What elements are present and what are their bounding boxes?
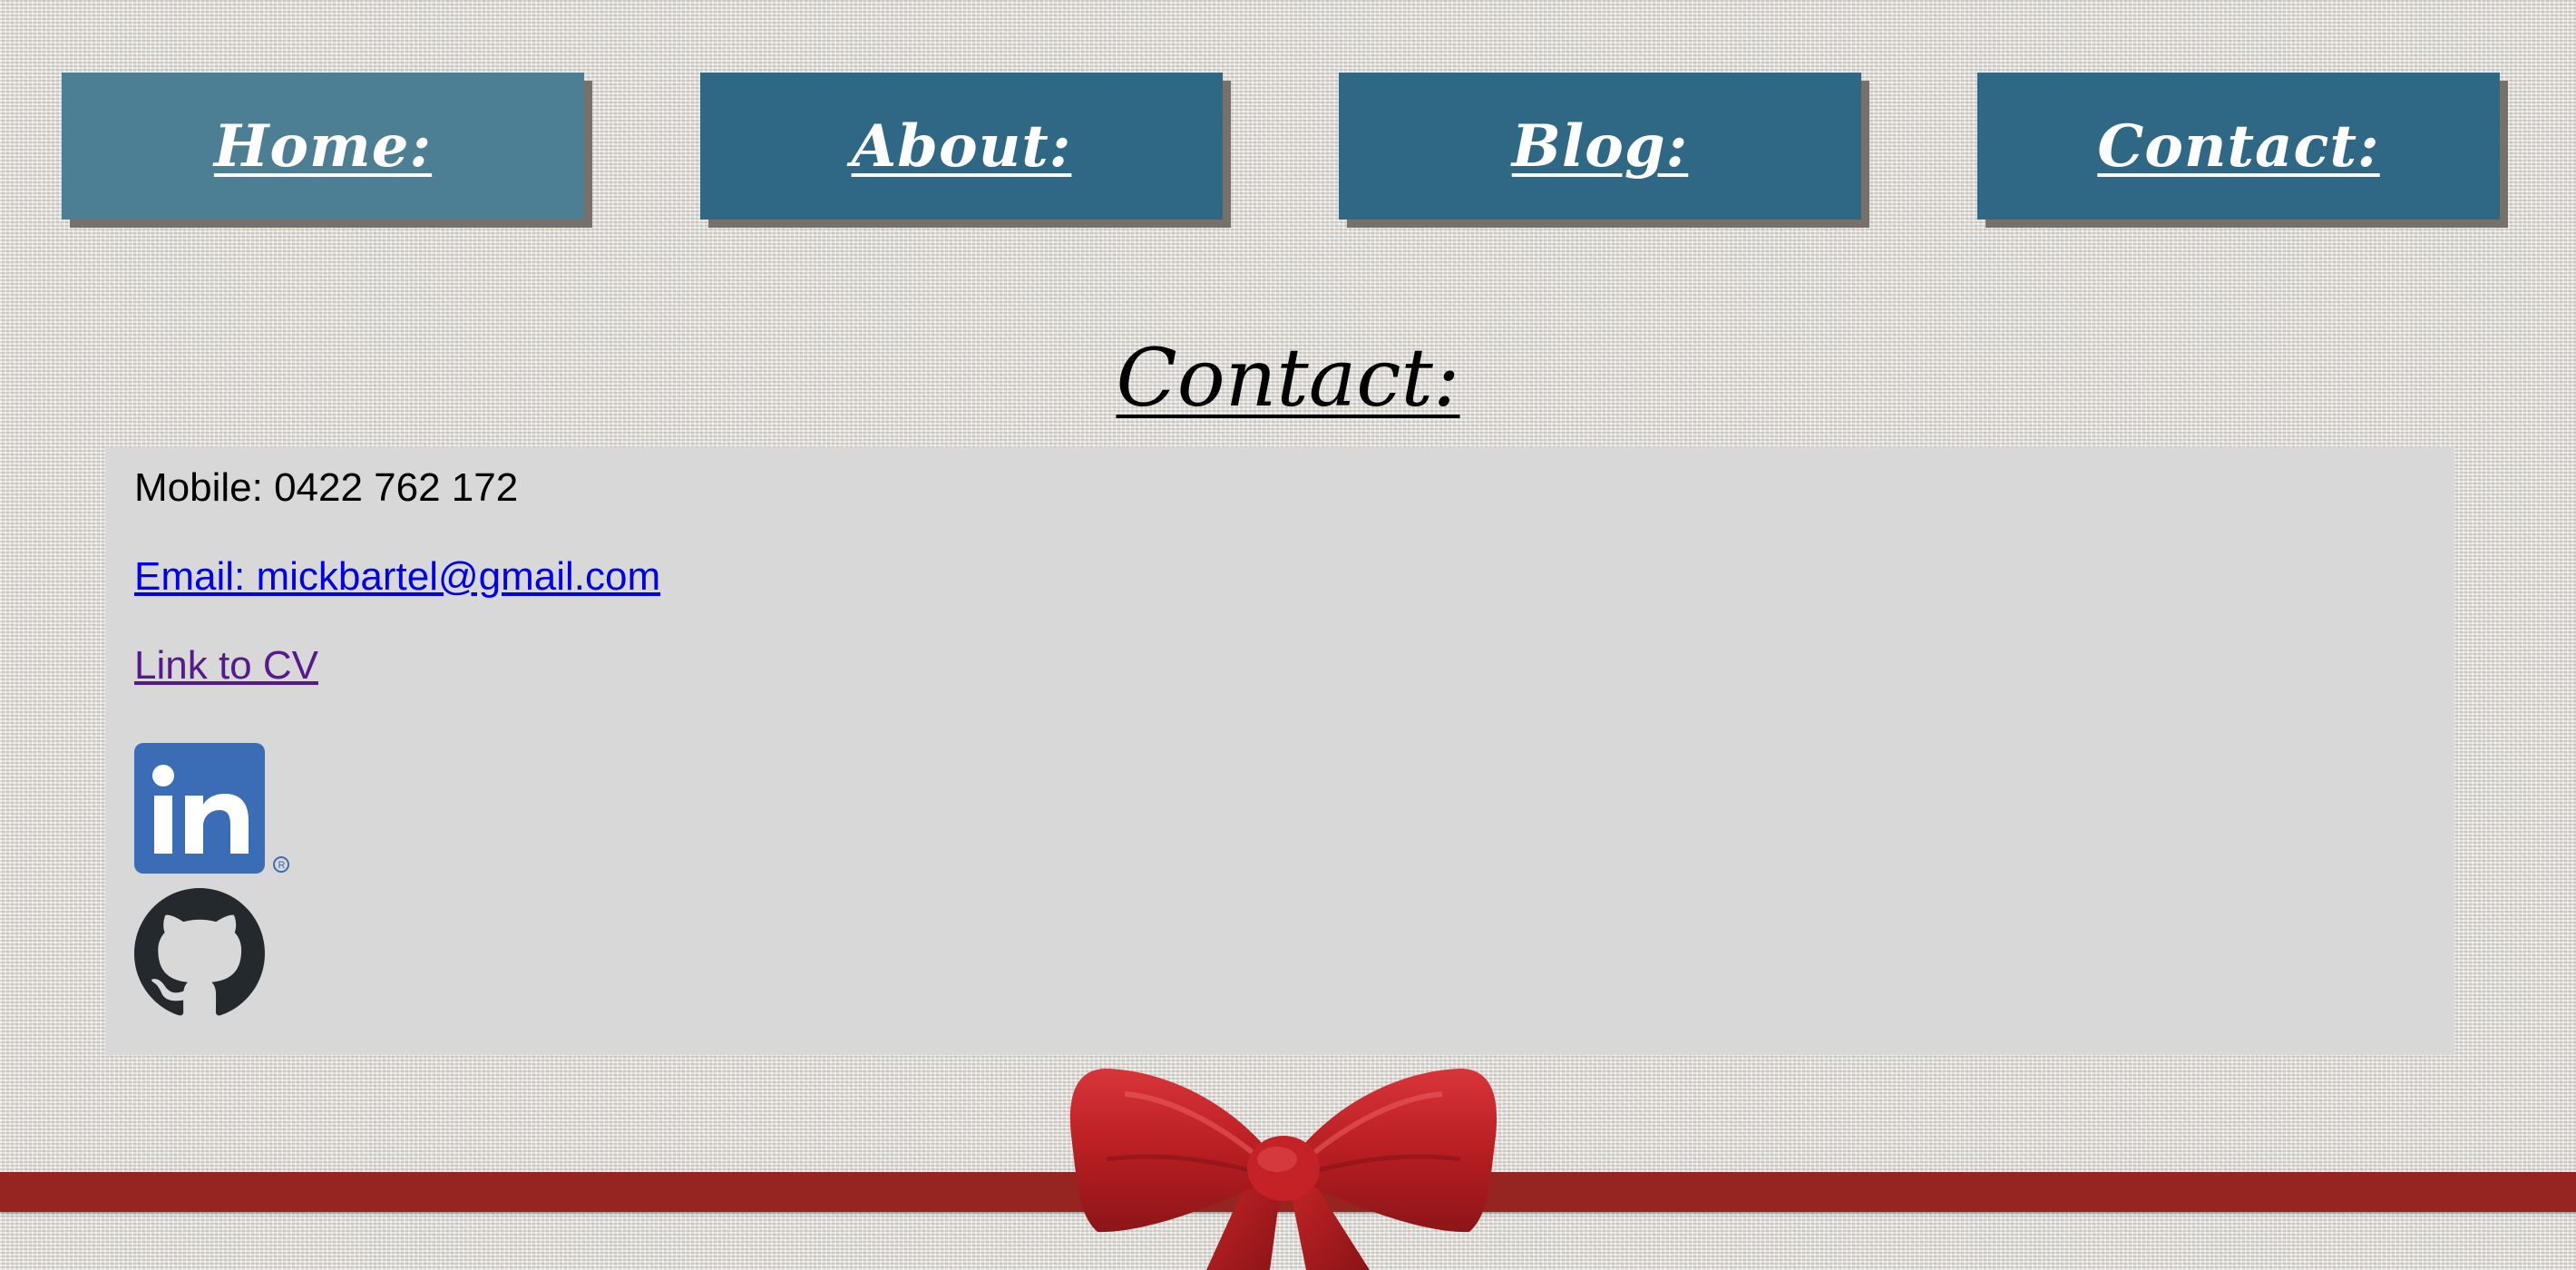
- svg-text:R: R: [278, 860, 286, 871]
- nav-about-label: About:: [851, 112, 1072, 181]
- contact-panel: Mobile: 0422 762 172 Email: mickbartel@g…: [105, 447, 2454, 1055]
- nav-blog-label: Blog:: [1511, 112, 1689, 181]
- nav-contact-label: Contact:: [2097, 112, 2380, 181]
- github-link[interactable]: [134, 888, 265, 1019]
- page-title-text: Contact:: [1116, 331, 1460, 425]
- main-nav: Home: About: Blog: Contact:: [0, 73, 2576, 227]
- cv-link[interactable]: Link to CV: [134, 643, 318, 689]
- nav-home-label: Home:: [213, 112, 433, 181]
- mobile-number: Mobile: 0422 762 172: [134, 465, 519, 510]
- github-icon: [134, 888, 265, 1016]
- nav-blog-button[interactable]: Blog:: [1339, 73, 1861, 220]
- linkedin-icon: R: [134, 743, 289, 874]
- nav-home-button[interactable]: Home:: [62, 73, 584, 220]
- email-link[interactable]: Email: mickbartel@gmail.com: [134, 554, 660, 600]
- nav-contact-button[interactable]: Contact:: [1977, 73, 2500, 220]
- page-title: Contact:: [0, 328, 2576, 428]
- bow-icon: [1069, 1069, 1498, 1270]
- linkedin-link[interactable]: R: [134, 743, 298, 879]
- nav-about-button[interactable]: About:: [700, 73, 1223, 220]
